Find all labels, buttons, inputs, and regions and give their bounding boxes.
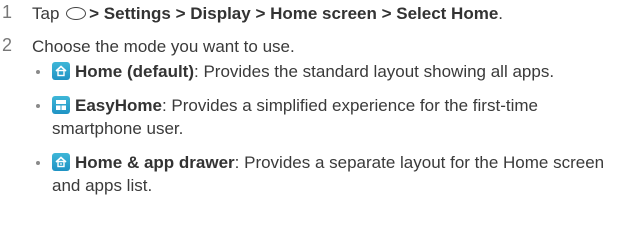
instruction-page: 1 Tap > Settings > Display > Home screen…: [0, 0, 622, 251]
step-prefix: Tap: [32, 4, 60, 23]
mode-list: Home (default): Provides the standard la…: [30, 60, 616, 208]
step-2: 2 Choose the mode you want to use.: [0, 35, 616, 58]
home-default-icon: [52, 62, 70, 80]
step-suffix: .: [498, 4, 504, 23]
list-item-home-app-drawer: Home & app drawer: Provides a separate l…: [30, 151, 616, 197]
list-item-home-default: Home (default): Provides the standard la…: [30, 60, 616, 83]
mode-name: Home (default): [75, 62, 194, 81]
home-app-drawer-icon: [52, 153, 70, 171]
mode-description: : Provides the standard layout showing a…: [194, 62, 555, 81]
bullet-icon: [36, 70, 40, 74]
bullet-icon: [36, 161, 40, 165]
easyhome-icon: [52, 96, 70, 114]
step-text: Tap > Settings > Display > Home screen >…: [32, 2, 503, 25]
home-button-icon: [66, 7, 87, 20]
list-item-easyhome: EasyHome: Provides a simplified experien…: [30, 94, 616, 140]
step-text: Choose the mode you want to use.: [32, 37, 295, 56]
step-number: 2: [2, 35, 13, 55]
settings-path: > Settings > Display > Home screen > Sel…: [89, 4, 499, 23]
step-1: 1 Tap > Settings > Display > Home screen…: [0, 2, 616, 25]
step-number: 1: [2, 2, 13, 22]
mode-name: Home & app drawer: [75, 153, 235, 172]
bullet-icon: [36, 104, 40, 108]
mode-name: EasyHome: [75, 96, 162, 115]
